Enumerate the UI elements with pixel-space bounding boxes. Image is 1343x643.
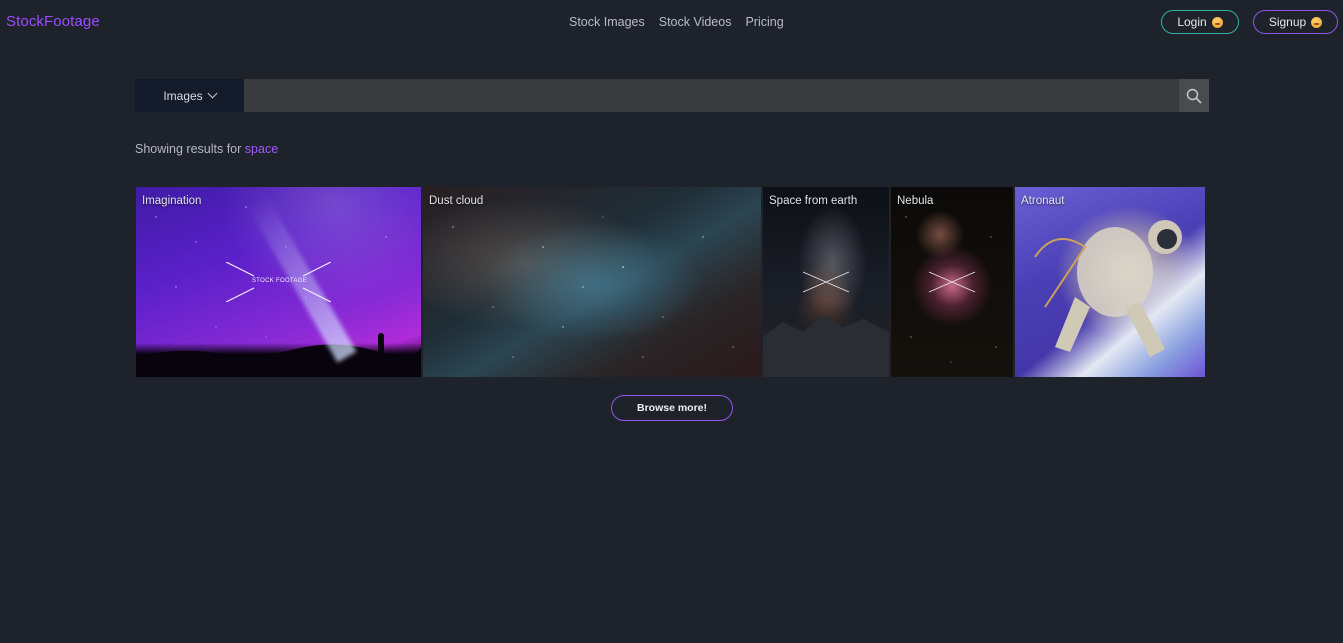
image-caption: Space from earth	[769, 195, 858, 207]
smile-emoji-icon	[1211, 16, 1223, 28]
chevron-down-icon	[207, 88, 218, 99]
nav-stock-images[interactable]: Stock Images	[569, 15, 645, 29]
image-caption: Atronaut	[1021, 195, 1065, 207]
results-term: space	[244, 142, 279, 156]
image-caption: Imagination	[142, 195, 202, 207]
search-bar: Images	[135, 79, 1209, 112]
search-button[interactable]	[1179, 79, 1209, 112]
login-label: Login	[1177, 15, 1207, 29]
brand-logo[interactable]: StockFootage	[6, 13, 100, 30]
main-nav: Stock Images Stock Videos Pricing	[569, 15, 784, 29]
nav-pricing[interactable]: Pricing	[745, 15, 783, 29]
image-tile-imagination[interactable]: STOCK FOOTAGE Imagination	[136, 187, 421, 377]
silhouette-figure	[378, 333, 384, 355]
watermark-cross	[763, 271, 889, 377]
smile-emoji-icon	[1311, 16, 1323, 28]
image-tile-nebula[interactable]: Nebula	[891, 187, 1013, 377]
astronaut-figure	[1034, 220, 1182, 357]
image-caption: Dust cloud	[429, 195, 484, 207]
search-icon	[1186, 88, 1202, 103]
image-tile-dust-cloud[interactable]: Dust cloud	[423, 187, 761, 377]
login-button[interactable]: Login	[1161, 10, 1239, 34]
image-caption: Nebula	[897, 195, 934, 207]
browse-more-button[interactable]: Browse more!	[611, 395, 733, 421]
image-tile-astronaut[interactable]: Atronaut	[1015, 187, 1205, 377]
signup-button[interactable]: Signup	[1253, 10, 1338, 34]
search-input[interactable]	[244, 79, 1179, 112]
watermark-cross	[905, 216, 997, 363]
top-nav-bar: StockFootage Stock Images Stock Videos P…	[0, 0, 1343, 44]
watermark-text: STOCK FOOTAGE	[252, 278, 308, 284]
image-tile-space-from-earth[interactable]: Space from earth	[763, 187, 889, 377]
starfield	[452, 216, 734, 358]
results-summary: Showing results for space	[135, 142, 278, 156]
results-prefix: Showing results for	[135, 142, 242, 156]
image-gallery: STOCK FOOTAGE Imagination Dust cloud Spa…	[136, 187, 1205, 377]
media-type-dropdown[interactable]: Images	[135, 79, 244, 112]
nav-stock-videos[interactable]: Stock Videos	[659, 15, 732, 29]
signup-label: Signup	[1268, 15, 1307, 29]
media-type-label: Images	[163, 88, 203, 103]
